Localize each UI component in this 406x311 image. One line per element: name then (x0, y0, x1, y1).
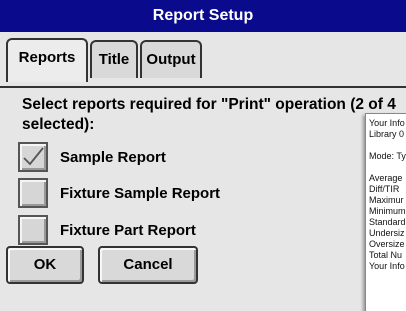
report-selection-prompt: Select reports required for "Print" oper… (22, 96, 396, 133)
ok-button[interactable]: OK (6, 246, 84, 284)
preview-line: Your Info (369, 118, 405, 128)
preview-line: Maximur (369, 195, 404, 205)
sample-report-checkbox[interactable] (18, 142, 48, 172)
tab-output[interactable]: Output (140, 40, 202, 78)
tab-divider (0, 86, 406, 88)
preview-line: Standard (369, 217, 406, 227)
preview-line (369, 140, 406, 151)
preview-line: Average (369, 173, 403, 183)
fixture-part-report-label: Fixture Part Report (60, 221, 196, 239)
tab-reports[interactable]: Reports (6, 38, 88, 82)
cancel-button[interactable]: Cancel (98, 246, 198, 284)
fixture-part-report-checkbox[interactable] (18, 215, 48, 245)
report-option-fixture-part[interactable]: Fixture Part Report (18, 212, 196, 248)
preview-line (369, 162, 406, 173)
fixture-sample-report-checkbox[interactable] (18, 178, 48, 208)
preview-line: Your Info (369, 261, 405, 271)
preview-line: Oversize (369, 239, 405, 249)
preview-line: Diff/TIR (369, 184, 400, 194)
tab-bar: Reports Title Output (0, 32, 406, 88)
fixture-sample-report-label: Fixture Sample Report (60, 184, 221, 202)
preview-line: Undersiz (369, 228, 405, 238)
window-titlebar: Report Setup (0, 0, 406, 32)
preview-line: Library 0 (369, 129, 405, 139)
report-setup-window: Report Setup Reports Title Output Select… (0, 0, 406, 311)
checkmark-icon (23, 147, 44, 166)
sample-report-label: Sample Report (60, 148, 166, 166)
tab-title[interactable]: Title (90, 40, 138, 78)
report-preview-panel: Your Info Library 0 Mode: Ty Average Dif… (365, 113, 406, 311)
preview-line: Total Nu (369, 250, 403, 260)
report-option-sample[interactable]: Sample Report (18, 139, 166, 175)
report-option-fixture-sample[interactable]: Fixture Sample Report (18, 175, 220, 211)
preview-line: Mode: Ty (369, 151, 406, 161)
preview-line: Minimum (369, 206, 406, 216)
